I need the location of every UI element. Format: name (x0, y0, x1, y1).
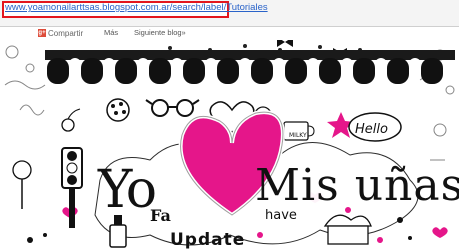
blog-header-image: Hello MILKY Yo Mis uñas Fa have Update (0, 40, 459, 250)
google-plus-icon: g+ (38, 29, 46, 37)
url-text[interactable]: www.yoamonailarttsas.blogspot.com.ar/sea… (5, 2, 268, 13)
blogger-navbar: g+ Compartir Más Siguiente blog» (0, 26, 459, 40)
blog-title-right: Mis uñas (255, 160, 459, 211)
share-button[interactable]: g+ Compartir (38, 27, 83, 39)
blog-title-left: Yo (98, 160, 157, 220)
doodle-background (4, 40, 455, 248)
have-doodle-text: have (265, 208, 297, 223)
next-blog-link[interactable]: Siguiente blog» (134, 28, 186, 37)
fa-doodle-text: Fa (150, 206, 171, 225)
hello-doodle-text: Hello (355, 122, 388, 137)
more-link[interactable]: Más (104, 28, 118, 37)
update-doodle-text: Update (170, 230, 246, 250)
milky-doodle-text: MILKY (289, 132, 307, 139)
address-bar[interactable]: www.yoamonailarttsas.blogspot.com.ar/sea… (0, 0, 459, 27)
share-label: Compartir (48, 28, 84, 38)
